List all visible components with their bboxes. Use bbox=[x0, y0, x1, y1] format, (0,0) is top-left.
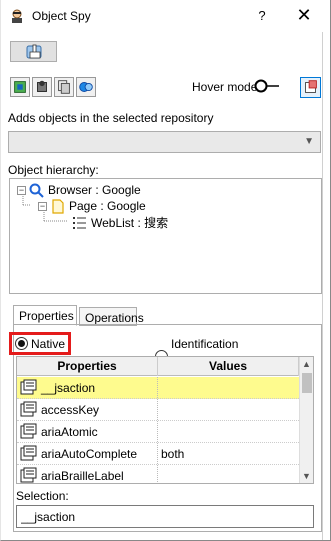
copy-icon[interactable] bbox=[54, 77, 74, 97]
hover-mode-label: Hover mode bbox=[192, 80, 258, 94]
repository-label: Adds objects in the selected repository bbox=[8, 111, 214, 125]
property-value[interactable] bbox=[158, 465, 299, 483]
property-icon bbox=[20, 445, 37, 461]
repository-select[interactable]: ▼ bbox=[8, 131, 321, 153]
list-icon bbox=[73, 216, 86, 229]
property-name: accessKey bbox=[41, 402, 100, 417]
table-row[interactable]: accessKey bbox=[17, 399, 299, 421]
grid-scrollbar[interactable]: ▲ ▼ bbox=[299, 357, 313, 483]
help-button[interactable]: ? bbox=[252, 6, 272, 26]
window-title: Object Spy bbox=[32, 9, 91, 23]
tree-node-label: Browser : Google bbox=[48, 183, 141, 197]
table-row[interactable]: ariaAutoComplete both bbox=[17, 443, 299, 465]
tool-icons bbox=[10, 77, 96, 99]
property-icon bbox=[20, 467, 37, 483]
identification-label: Identification bbox=[171, 337, 239, 351]
collapse-icon[interactable]: − bbox=[38, 201, 47, 211]
page-icon bbox=[52, 198, 64, 214]
scroll-up-icon[interactable]: ▲ bbox=[302, 359, 311, 369]
spy-app-icon bbox=[12, 9, 22, 23]
property-name: ariaAtomic bbox=[41, 424, 98, 439]
hierarchy-label: Object hierarchy: bbox=[8, 163, 99, 177]
properties-column-header[interactable]: Properties bbox=[17, 357, 158, 376]
property-name: ariaBrailleLabel bbox=[41, 468, 124, 483]
object-hierarchy-tree[interactable]: − Browser : Google − Page : Google WebLi… bbox=[9, 178, 322, 294]
scroll-thumb[interactable] bbox=[302, 373, 312, 393]
table-row[interactable]: __jsaction bbox=[17, 377, 299, 399]
selection-field[interactable] bbox=[16, 505, 314, 528]
tree-node-label: Page : Google bbox=[69, 199, 146, 213]
close-button[interactable]: ✕ bbox=[293, 6, 315, 26]
property-icon bbox=[20, 379, 37, 395]
record-icon[interactable] bbox=[76, 77, 96, 97]
property-value[interactable] bbox=[158, 399, 299, 420]
tab-strip: Properties Operations bbox=[13, 305, 321, 326]
tree-node-browser[interactable]: − Browser : Google bbox=[17, 182, 141, 198]
spy-button[interactable] bbox=[10, 41, 57, 62]
property-value[interactable] bbox=[158, 377, 299, 398]
chevron-down-icon: ▼ bbox=[304, 136, 314, 147]
object-icon[interactable] bbox=[10, 77, 30, 97]
pin-window-button[interactable] bbox=[300, 77, 321, 98]
native-radio[interactable] bbox=[15, 337, 28, 350]
grid-header: Properties Values bbox=[17, 357, 299, 376]
browser-icon bbox=[29, 183, 44, 198]
properties-grid[interactable]: Properties Values __jsaction accessKey a… bbox=[16, 356, 314, 484]
table-row[interactable]: ariaAtomic bbox=[17, 421, 299, 443]
tree-node-weblist[interactable]: WebList : 搜索 bbox=[72, 214, 168, 230]
selection-label: Selection: bbox=[16, 489, 69, 503]
pointing-hand-icon bbox=[26, 44, 42, 59]
property-name: ariaAutoComplete bbox=[41, 446, 138, 461]
scroll-down-icon[interactable]: ▼ bbox=[302, 471, 311, 481]
property-value[interactable] bbox=[158, 421, 299, 442]
property-icon bbox=[20, 423, 37, 439]
table-row[interactable]: ariaBrailleLabel bbox=[17, 465, 299, 483]
tab-properties[interactable]: Properties bbox=[13, 305, 77, 326]
property-name: __jsaction bbox=[41, 380, 96, 395]
property-icon bbox=[20, 401, 37, 417]
object-highlight-icon[interactable] bbox=[32, 77, 52, 97]
native-label: Native bbox=[31, 337, 66, 351]
collapse-icon[interactable]: − bbox=[17, 185, 26, 195]
tree-node-page[interactable]: − Page : Google bbox=[38, 198, 146, 214]
window-scrollbar[interactable] bbox=[322, 32, 330, 541]
property-value[interactable]: both bbox=[158, 443, 299, 464]
values-column-header[interactable]: Values bbox=[158, 357, 299, 376]
tree-node-label: WebList : 搜索 bbox=[91, 215, 169, 230]
hover-mode-toggle[interactable] bbox=[254, 79, 280, 93]
